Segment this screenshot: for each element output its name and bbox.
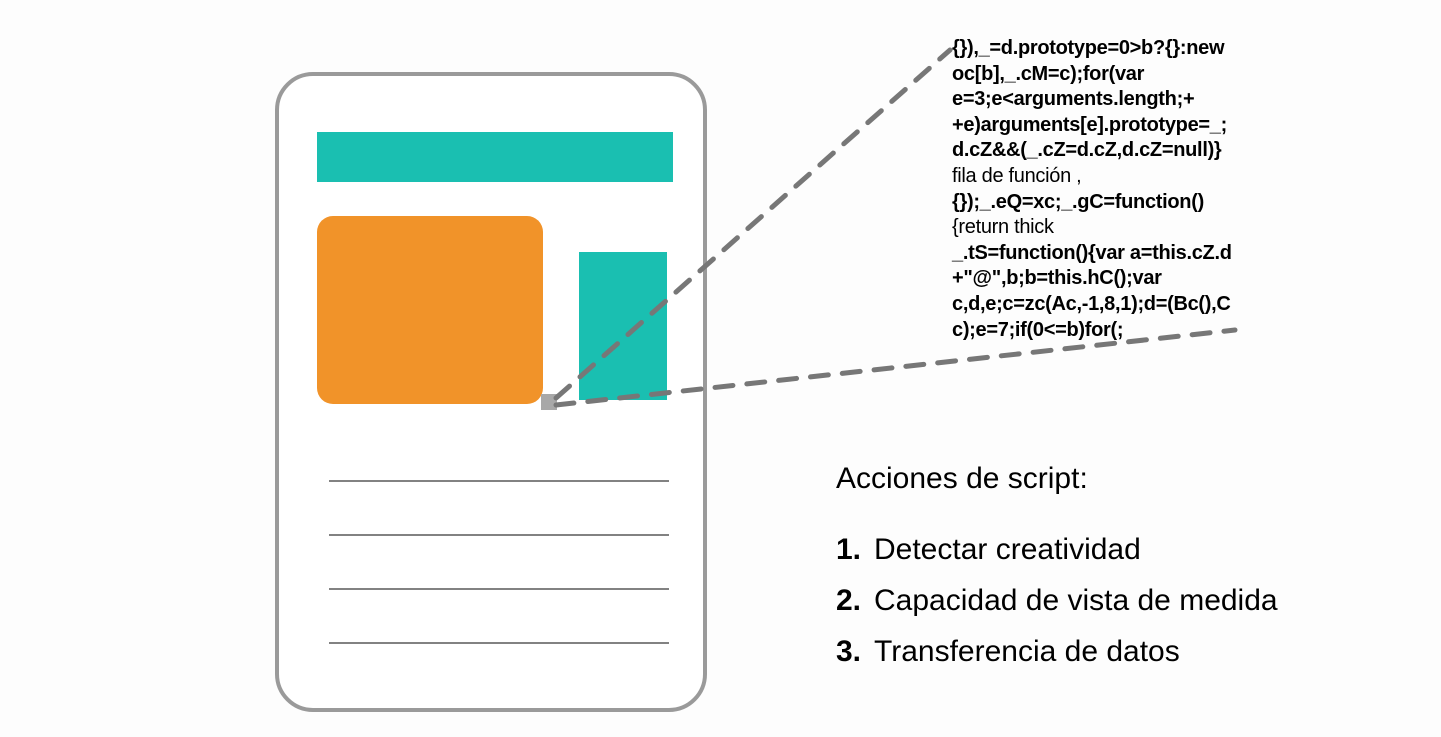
phone-outline	[275, 72, 707, 712]
action-text: Transferencia de datos	[874, 626, 1180, 677]
actions-heading: Acciones de script:	[836, 462, 1088, 496]
action-text: Capacidad de vista de medida	[874, 575, 1278, 626]
text-line	[329, 588, 669, 590]
code-line: c);e=7;if(0<=b)for(;	[952, 318, 1252, 344]
header-bar	[317, 132, 673, 182]
text-line	[329, 480, 669, 482]
code-line: d.cZ&&(_.cZ=d.cZ,d.cZ=null)}	[952, 138, 1252, 164]
action-item: 1. Detectar creatividad	[836, 524, 1278, 575]
code-line: oc[b],_.cM=c);for(var	[952, 62, 1252, 88]
code-line: _.tS=function(){var a=this.cZ.d	[952, 241, 1252, 267]
text-line	[329, 534, 669, 536]
code-line: e=3;e<arguments.length;+	[952, 87, 1252, 113]
code-line: fila de función ,	[952, 164, 1252, 190]
action-item: 3. Transferencia de datos	[836, 626, 1278, 677]
code-snippet: {}),_=d.prototype=0>b?{}:new oc[b],_.cM=…	[952, 36, 1252, 343]
code-line: {}),_=d.prototype=0>b?{}:new	[952, 36, 1252, 62]
image-placeholder	[317, 216, 543, 404]
ad-placeholder	[579, 252, 667, 400]
zoom-origin-marker	[541, 394, 557, 410]
code-line: +"@",b;b=this.hC();var	[952, 266, 1252, 292]
code-line: +e)arguments[e].prototype=_;	[952, 113, 1252, 139]
action-number: 2.	[836, 575, 874, 626]
code-line: {return thick	[952, 215, 1252, 241]
action-number: 3.	[836, 626, 874, 677]
action-text: Detectar creatividad	[874, 524, 1141, 575]
code-line: c,d,e;c=zc(Ac,-1,8,1);d=(Bc(),C	[952, 292, 1252, 318]
code-line: {});_.eQ=xc;_.gC=function()	[952, 190, 1252, 216]
action-item: 2. Capacidad de vista de medida	[836, 575, 1278, 626]
action-number: 1.	[836, 524, 874, 575]
text-line	[329, 642, 669, 644]
actions-list: 1. Detectar creatividad 2. Capacidad de …	[836, 524, 1278, 677]
